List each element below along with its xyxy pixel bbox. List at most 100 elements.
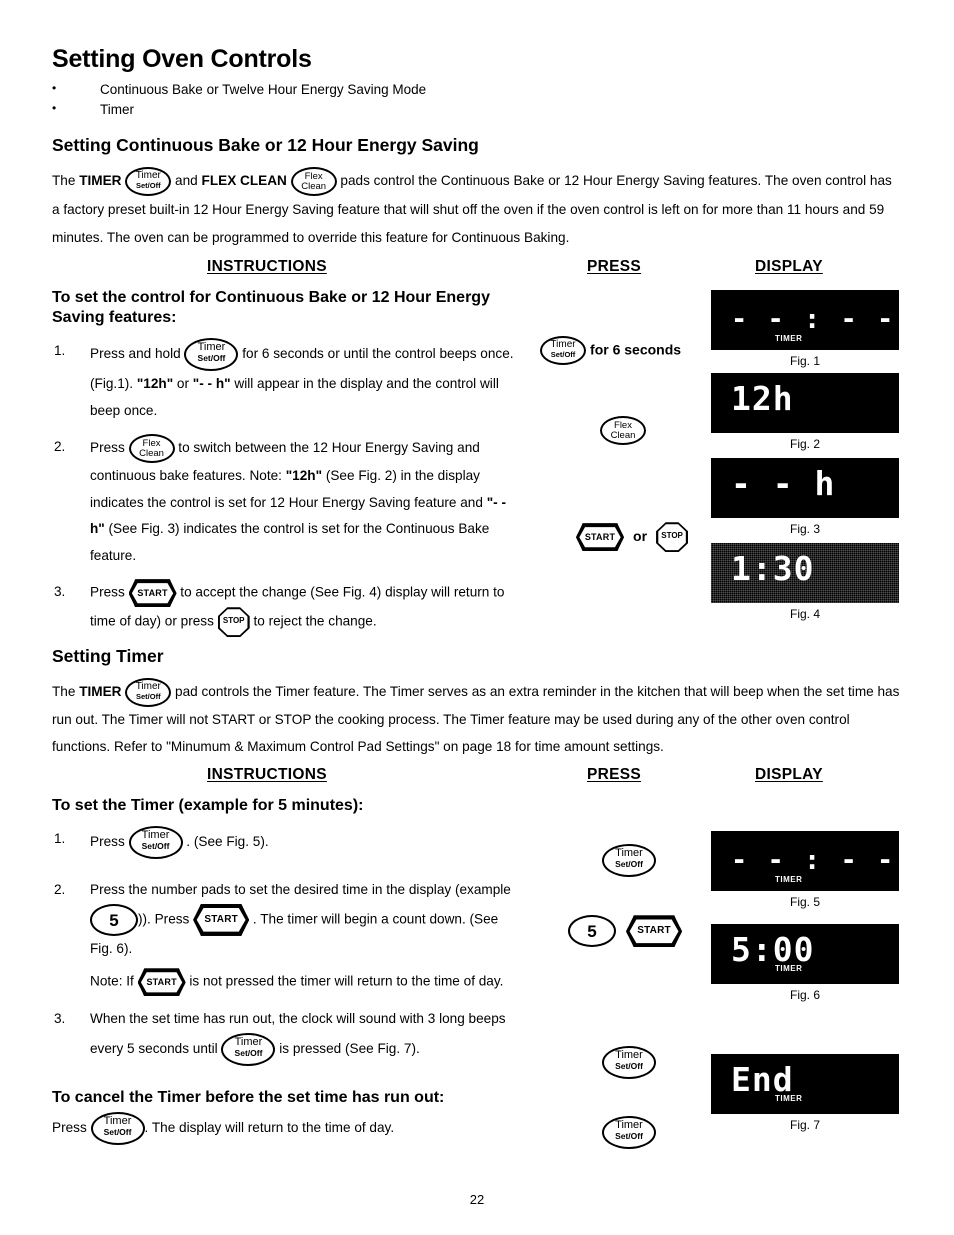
lcd-timer-indicator: TIMER — [775, 875, 803, 885]
lcd-display: 5:00 TIMER — [711, 924, 899, 985]
step-text-b: is pressed (See Fig. 7). — [275, 1040, 420, 1056]
timer-setoff-pad-icon[interactable]: Timer Set/Off — [602, 1046, 656, 1080]
timer-setoff-pad-icon[interactable]: Timer Set/Off — [90, 1111, 145, 1145]
lcd-value: 1:30 — [731, 549, 815, 589]
column-header-press: PRESS — [587, 766, 642, 784]
pad-label-line1: Timer — [234, 1035, 263, 1048]
pad-label: START — [629, 919, 679, 944]
pad-label: START — [579, 527, 621, 548]
pad-label-line2: Set/Off — [103, 1126, 132, 1137]
pad-label: STOP — [658, 524, 686, 551]
step-number: 1. — [54, 831, 66, 847]
pad-label-line1: Timer — [550, 339, 576, 351]
section2-instructions-column: To set the Timer (example for 5 minutes)… — [52, 796, 522, 1145]
section-heading-setting-timer: Setting Timer — [52, 646, 164, 667]
cancel-timer-heading: To cancel the Timer before the set time … — [52, 1088, 445, 1106]
column-header-row-1: INSTRUCTIONS PRESS DISPLAY — [52, 258, 902, 288]
note-text-a: Note: If — [90, 973, 138, 989]
step-number: 3. — [54, 1011, 66, 1027]
step-text-b: )). Press — [138, 911, 194, 927]
figure-caption: Fig. 2 — [789, 437, 820, 452]
figure-caption: Fig. 4 — [789, 607, 820, 622]
press-row-cancel: Timer Set/Off — [602, 1116, 656, 1150]
number-five-pad-icon[interactable]: 5 — [568, 915, 616, 948]
pad-label-line1: Timer — [103, 1114, 132, 1127]
column-header-instructions: INSTRUCTIONS — [207, 766, 327, 784]
step-text-a: Press and hold — [90, 346, 185, 362]
figure-caption: Fig. 6 — [789, 988, 820, 1003]
section2-step-list: 1. Press Timer Set/Off . (See Fig. 5). 2. P… — [52, 826, 522, 1066]
timer-setoff-pad-icon[interactable]: Timer Set/Off — [125, 678, 172, 708]
step-text-d: (See Fig. 3) indicates the control is se… — [90, 521, 490, 563]
flex-clean-pad-icon[interactable]: Flex Clean — [600, 416, 646, 446]
number-five-pad-icon[interactable]: 5 — [90, 903, 138, 936]
press-row-step1: Timer Set/Off for 6 seconds — [540, 336, 681, 366]
timer-setoff-pad-icon[interactable]: Timer Set/Off — [125, 167, 172, 197]
cancel-timer-paragraph: Press Timer Set/Off. The display will ret… — [52, 1111, 522, 1145]
start-pad-icon[interactable]: START — [128, 579, 177, 608]
step-text-b: . (See Fig. 5). — [182, 834, 269, 850]
figure-caption: Fig. 7 — [789, 1118, 820, 1133]
lcd-value: 12h — [731, 379, 794, 419]
pad-label-line1: Timer — [135, 681, 161, 693]
start-pad-icon[interactable]: START — [626, 915, 683, 948]
start-pad-icon[interactable]: START — [193, 903, 250, 936]
press-row-step2: Flex Clean — [600, 416, 646, 446]
timer-setoff-pad-icon[interactable]: Timer Set/Off — [540, 336, 586, 366]
pad-label-line2: Set/Off — [615, 1061, 643, 1072]
timer-setoff-pad-icon[interactable]: Timer Set/Off — [128, 826, 183, 860]
flex-clean-pad-name: FLEX CLEAN — [201, 173, 287, 189]
step-text-c: or — [173, 376, 193, 392]
step-2: 2. Press Flex Clean to switch between the … — [52, 434, 522, 569]
display-code-12h: "12h" — [285, 468, 323, 484]
stop-pad-icon[interactable]: STOP — [217, 607, 250, 638]
flex-clean-pad-icon[interactable]: Flex Clean — [128, 434, 175, 464]
column-header-press: PRESS — [587, 258, 642, 276]
pad-label-line2: Set/Off — [197, 353, 226, 364]
stop-pad-icon[interactable]: STOP — [656, 522, 689, 553]
intro-text-a: The — [52, 173, 80, 189]
timer-setoff-pad-icon[interactable]: Timer Set/Off — [602, 844, 656, 878]
pad-label-line2: Set/Off — [550, 350, 576, 360]
column-header-instructions: INSTRUCTIONS — [207, 258, 327, 276]
column-header-row-2: INSTRUCTIONS PRESS DISPLAY — [52, 766, 902, 796]
pad-label-line2: Clean — [610, 430, 636, 442]
lcd-value: - - : - - — [731, 304, 896, 336]
press-row-step3: Timer Set/Off — [602, 1046, 656, 1080]
timer-setoff-pad-icon[interactable]: Timer Set/Off — [221, 1032, 276, 1066]
lcd-display: 1:30 — [711, 543, 899, 604]
flex-clean-pad-icon[interactable]: Flex Clean — [290, 167, 337, 197]
figure-caption: Fig. 5 — [789, 895, 820, 910]
start-pad-icon[interactable]: START — [137, 968, 186, 997]
lcd-timer-indicator: TIMER — [775, 964, 803, 974]
figure-1: - - : - - TIMER Fig. 1 — [711, 290, 899, 368]
lcd-display: - - : - - TIMER — [711, 290, 899, 351]
lcd-display: - - h — [711, 458, 899, 519]
timer-setoff-pad-icon[interactable]: Timer Set/Off — [184, 338, 239, 372]
column-header-display: DISPLAY — [755, 258, 823, 276]
page-number: 22 — [469, 1192, 485, 1207]
pad-label-line2: Set/Off — [234, 1047, 263, 1058]
pad-label: START — [196, 908, 246, 932]
cancel-text-b: . The display will return to the time of… — [144, 1119, 395, 1135]
figure-3: - - h Fig. 3 — [711, 458, 899, 536]
lcd-value: 5:00 — [731, 930, 815, 970]
step-number: 1. — [54, 343, 66, 359]
lcd-value: - - : - - — [731, 845, 896, 877]
section1-instructions-column: To set the control for Continuous Bake o… — [52, 288, 522, 638]
lcd-value: - - h — [731, 464, 836, 504]
step-number: 2. — [54, 439, 66, 455]
figure-2: 12h Fig. 2 — [711, 373, 899, 451]
timer-setoff-pad-icon[interactable]: Timer Set/Off — [602, 1116, 656, 1150]
lcd-display: - - : - - TIMER — [711, 831, 899, 892]
section-heading-continuous-bake: Setting Continuous Bake or 12 Hour Energ… — [52, 135, 479, 156]
pad-label-line1: Timer — [197, 341, 226, 354]
section2-subheading: To set the Timer (example for 5 minutes)… — [52, 797, 364, 815]
start-pad-icon[interactable]: START — [576, 523, 624, 552]
pad-label-line2: Set/Off — [141, 841, 170, 852]
timer-pad-name: TIMER — [79, 173, 122, 189]
column-header-display: DISPLAY — [755, 766, 823, 784]
pad-label: START — [131, 583, 174, 604]
topic-bullet-list: Continuous Bake or Twelve Hour Energy Sa… — [52, 79, 902, 122]
intro-text-a: The — [52, 684, 80, 700]
